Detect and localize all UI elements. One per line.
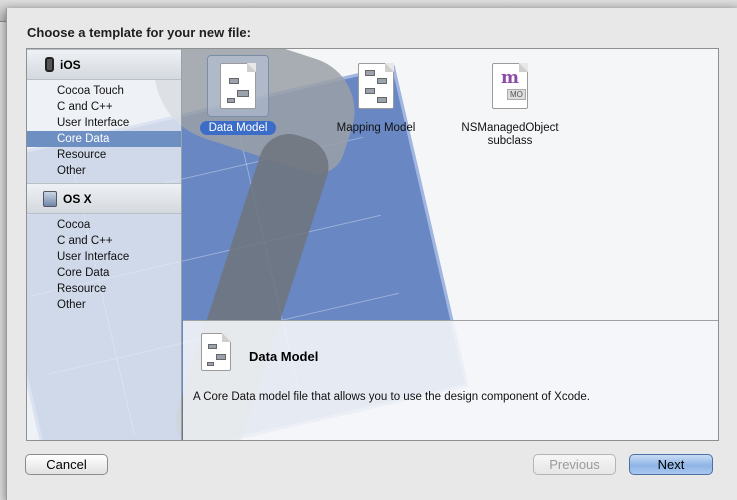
iphone-icon — [45, 57, 54, 72]
data-model-icon — [220, 63, 256, 109]
template-nsmanagedobject-subclass[interactable]: m MO NSManagedObject subclass — [445, 55, 575, 148]
sidebar-item-osx-c-and-cpp[interactable]: C and C++ — [27, 233, 181, 249]
sidebar-item-ios-c-and-cpp[interactable]: C and C++ — [27, 99, 181, 115]
sidebar-item-ios-cocoa-touch[interactable]: Cocoa Touch — [27, 83, 181, 99]
template-category-list[interactable]: iOS Cocoa Touch C and C++ User Interface… — [27, 49, 182, 440]
group-header-osx: OS X — [27, 183, 181, 214]
sidebar-item-ios-core-data[interactable]: Core Data — [27, 131, 181, 147]
previous-button[interactable]: Previous — [533, 454, 616, 475]
mac-finder-icon — [43, 190, 57, 207]
template-label: Data Model — [199, 121, 277, 135]
sidebar-item-osx-user-interface[interactable]: User Interface — [27, 249, 181, 265]
template-thumb: m MO — [479, 55, 541, 117]
description-title: Data Model — [249, 349, 319, 364]
new-file-sheet: Choose a template for your new file: iOS… — [6, 8, 737, 500]
sidebar-item-osx-cocoa[interactable]: Cocoa — [27, 217, 181, 233]
template-chooser: iOS Cocoa Touch C and C++ User Interface… — [26, 48, 719, 441]
template-label: NSManagedObject — [461, 122, 559, 134]
sheet-title: Choose a template for your new file: — [27, 25, 251, 40]
mapping-model-icon — [358, 63, 394, 109]
sidebar-item-osx-core-data[interactable]: Core Data — [27, 265, 181, 281]
description-thumb — [201, 333, 231, 371]
sidebar-item-osx-other[interactable]: Other — [27, 297, 181, 313]
template-thumb — [345, 55, 407, 117]
template-grid: Data Model Mapping Model m MO NSManagedO… — [183, 49, 718, 320]
sidebar-item-ios-user-interface[interactable]: User Interface — [27, 115, 181, 131]
description-text: A Core Data model file that allows you t… — [193, 391, 590, 403]
sidebar-item-osx-resource[interactable]: Resource — [27, 281, 181, 297]
sidebar-item-ios-resource[interactable]: Resource — [27, 147, 181, 163]
next-button[interactable]: Next — [629, 454, 713, 475]
cancel-button[interactable]: Cancel — [25, 454, 108, 475]
template-label: Mapping Model — [336, 122, 416, 134]
template-description-pane: Data Model A Core Data model file that a… — [183, 320, 718, 440]
template-thumb — [207, 55, 269, 117]
sidebar-item-ios-other[interactable]: Other — [27, 163, 181, 179]
group-label: iOS — [60, 57, 81, 72]
managed-object-icon: m MO — [492, 63, 528, 109]
data-model-icon — [201, 333, 231, 371]
group-label: OS X — [63, 191, 92, 206]
group-header-ios: iOS — [27, 49, 181, 80]
template-label-line2: subclass — [487, 135, 533, 147]
template-data-model[interactable]: Data Model — [178, 55, 298, 135]
template-mapping-model[interactable]: Mapping Model — [316, 55, 436, 135]
